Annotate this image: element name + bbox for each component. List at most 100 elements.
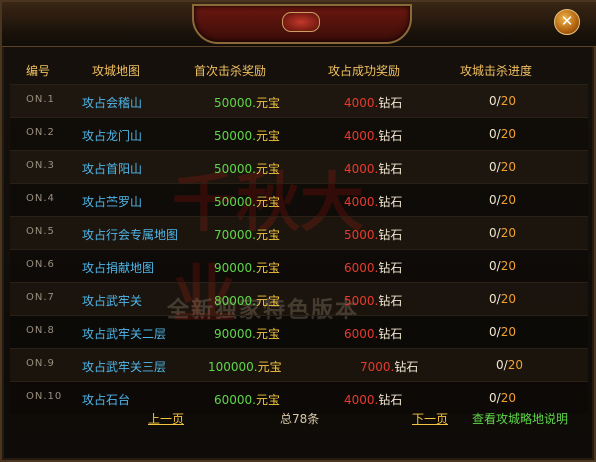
- row-id: ON.6: [26, 259, 55, 270]
- first-kill-unit: 元宝: [256, 195, 281, 209]
- header-progress: 攻城击杀进度: [460, 64, 533, 78]
- row-id: ON.4: [26, 193, 55, 204]
- row-map-name: 攻占首阳山: [82, 162, 143, 176]
- row-id: ON.3: [26, 160, 55, 171]
- row-capture-reward: 7000.钻石: [360, 358, 418, 375]
- progress-done: 0/: [489, 226, 501, 240]
- capture-amount: 5000.: [344, 228, 379, 242]
- first-kill-unit: 元宝: [256, 294, 281, 308]
- progress-done: 0/: [489, 292, 501, 306]
- capture-amount: 6000.: [344, 327, 379, 341]
- progress-done: 0/: [489, 325, 501, 339]
- row-first-kill-reward: 50000.元宝: [214, 94, 280, 111]
- capture-amount: 5000.: [344, 294, 379, 308]
- table-row: ON.7 攻占武牢关 80000.元宝 5000.钻石 0/20: [10, 282, 588, 315]
- capture-unit: 钻石: [378, 162, 403, 176]
- row-first-kill-reward: 90000.元宝: [214, 259, 280, 276]
- row-map-name: 攻占武牢关二层: [82, 327, 167, 341]
- row-capture-reward: 5000.钻石: [344, 292, 402, 309]
- siege-help-link[interactable]: 查看攻城略地说明: [472, 410, 568, 427]
- first-kill-amount: 50000.: [214, 96, 256, 110]
- row-capture-reward: 6000.钻石: [344, 259, 402, 276]
- capture-unit: 钻石: [394, 360, 419, 374]
- header-map: 攻城地图: [92, 64, 141, 78]
- total-count: 总78条: [280, 412, 320, 426]
- row-capture-reward: 4000.钻石: [344, 94, 402, 111]
- row-first-kill-reward: 90000.元宝: [214, 325, 280, 342]
- progress-total: 20: [500, 94, 516, 108]
- capture-amount: 4000.: [344, 162, 379, 176]
- row-progress: 0/20: [489, 391, 516, 405]
- capture-unit: 钻石: [378, 195, 403, 209]
- first-kill-amount: 50000.: [214, 195, 256, 209]
- first-kill-amount: 60000.: [214, 393, 256, 407]
- row-capture-reward: 4000.钻石: [344, 127, 402, 144]
- row-progress: 0/20: [489, 226, 516, 240]
- row-progress: 0/20: [489, 325, 516, 339]
- close-button[interactable]: ✕: [554, 9, 580, 35]
- first-kill-unit: 元宝: [256, 228, 281, 242]
- row-capture-reward: 6000.钻石: [344, 325, 402, 342]
- row-map-name: 攻占苎罗山: [82, 195, 143, 209]
- row-first-kill-reward: 50000.元宝: [214, 127, 280, 144]
- progress-total: 20: [500, 259, 516, 273]
- first-kill-amount: 50000.: [214, 129, 256, 143]
- first-kill-unit: 元宝: [256, 261, 281, 275]
- progress-total: 20: [500, 160, 516, 174]
- progress-total: 20: [500, 325, 516, 339]
- first-kill-amount: 90000.: [214, 327, 256, 341]
- row-first-kill-reward: 50000.元宝: [214, 160, 280, 177]
- capture-unit: 钻石: [378, 393, 403, 407]
- pagination-bar: 上一页 总78条 下一页 查看攻城略地说明: [2, 406, 596, 428]
- first-kill-unit: 元宝: [256, 129, 281, 143]
- table-row: ON.8 攻占武牢关二层 90000.元宝 6000.钻石 0/20: [10, 315, 588, 348]
- title-crest: [192, 4, 412, 44]
- progress-done: 0/: [489, 160, 501, 174]
- table-row: ON.6 攻占捐献地图 90000.元宝 6000.钻石 0/20: [10, 249, 588, 282]
- row-progress: 0/20: [489, 292, 516, 306]
- row-progress: 0/20: [489, 193, 516, 207]
- first-kill-unit: 元宝: [256, 96, 281, 110]
- row-map-name: 攻占龙门山: [82, 129, 143, 143]
- table-row: ON.4 攻占苎罗山 50000.元宝 4000.钻石 0/20: [10, 183, 588, 216]
- row-first-kill-reward: 100000.元宝: [208, 358, 282, 375]
- table-body: ON.1 攻占会稽山 50000.元宝 4000.钻石 0/20 ON.2 攻占龙门山 500…: [10, 84, 588, 414]
- row-first-kill-reward: 70000.元宝: [214, 226, 280, 243]
- next-page-link[interactable]: 下一页: [412, 410, 448, 427]
- siege-table: 编号 攻城地图 首次击杀奖励 攻占成功奖励 攻城击杀进度 ON.1 攻占会稽山 50…: [10, 56, 588, 414]
- row-map-name: 攻占捐献地图: [82, 261, 155, 275]
- row-id: ON.2: [26, 127, 55, 138]
- header-first-kill: 首次击杀奖励: [194, 64, 267, 78]
- first-kill-unit: 元宝: [256, 162, 281, 176]
- row-map-name: 攻占武牢关三层: [82, 360, 167, 374]
- progress-total: 20: [500, 193, 516, 207]
- progress-total: 20: [507, 358, 523, 372]
- row-progress: 0/20: [489, 259, 516, 273]
- capture-amount: 4000.: [344, 129, 379, 143]
- first-kill-unit: 元宝: [256, 327, 281, 341]
- table-row: ON.5 攻占行会专属地图 70000.元宝 5000.钻石 0/20: [10, 216, 588, 249]
- row-map-name: 攻占行会专属地图: [82, 228, 179, 242]
- prev-page-link[interactable]: 上一页: [148, 410, 184, 427]
- row-first-kill-reward: 50000.元宝: [214, 193, 280, 210]
- crest-gem-icon: [282, 12, 320, 32]
- table-row: ON.9 攻占武牢关三层 100000.元宝 7000.钻石 0/20: [10, 348, 588, 381]
- capture-amount: 7000.: [360, 360, 395, 374]
- row-id: ON.8: [26, 325, 55, 336]
- first-kill-amount: 70000.: [214, 228, 256, 242]
- row-capture-reward: 5000.钻石: [344, 226, 402, 243]
- first-kill-unit: 元宝: [257, 360, 282, 374]
- row-progress: 0/20: [489, 127, 516, 141]
- row-id: ON.10: [26, 391, 63, 402]
- row-capture-reward: 4000.钻石: [344, 193, 402, 210]
- capture-amount: 4000.: [344, 393, 379, 407]
- progress-done: 0/: [496, 358, 508, 372]
- progress-done: 0/: [489, 94, 501, 108]
- capture-unit: 钻石: [378, 129, 403, 143]
- first-kill-amount: 50000.: [214, 162, 256, 176]
- table-row: ON.3 攻占首阳山 50000.元宝 4000.钻石 0/20: [10, 150, 588, 183]
- progress-done: 0/: [489, 193, 501, 207]
- capture-unit: 钻石: [378, 261, 403, 275]
- table-row: ON.1 攻占会稽山 50000.元宝 4000.钻石 0/20: [10, 84, 588, 117]
- progress-done: 0/: [489, 391, 501, 405]
